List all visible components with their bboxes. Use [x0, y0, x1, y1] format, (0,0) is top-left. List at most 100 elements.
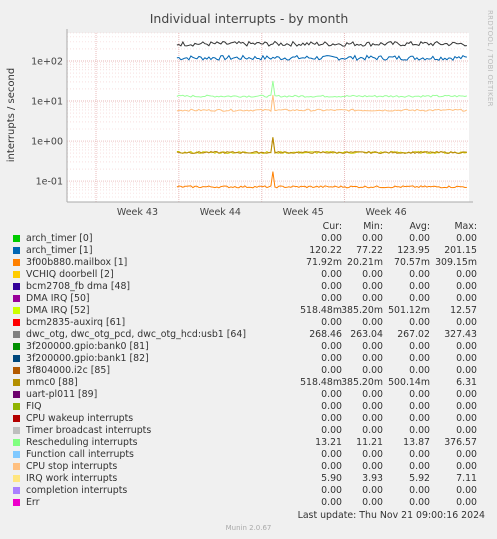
legend-row: DMA IRQ [52] 518.48m 385.20m 501.12m 12.57 [8, 305, 490, 317]
legend-max: 0.00 [456, 449, 477, 460]
legend-name: bcm2835-auxirq [61] [26, 317, 126, 328]
legend-name: 3f804000.i2c [85] [26, 365, 110, 376]
legend-min: 385.20m [341, 305, 383, 316]
legend-swatch [13, 355, 20, 362]
legend-name: Function call interrupts [26, 449, 134, 460]
legend-row: Rescheduling interrupts 13.21 11.21 13.87 37… [8, 437, 490, 449]
legend-avg: 5.92 [409, 473, 430, 484]
legend-name: 3f200000.gpio:bank0 [81] [26, 341, 149, 352]
legend-swatch [13, 283, 20, 290]
legend-avg: 0.00 [409, 353, 430, 364]
legend-row: bcm2835-auxirq [61] 0.00 0.00 0.00 0.00 [8, 317, 490, 329]
legend-row: Timer broadcast interrupts 0.00 0.00 0.00 0.… [8, 425, 490, 437]
legend-name: CPU wakeup interrupts [26, 413, 134, 424]
legend-name: arch_timer [1] [26, 245, 93, 256]
legend-min: 0.00 [362, 281, 383, 292]
legend-swatch [13, 319, 20, 326]
legend-row: completion interrupts 0.00 0.00 0.00 0.00 [8, 485, 490, 497]
legend-min: 0.00 [362, 293, 383, 304]
legend-avg: 0.00 [409, 317, 430, 328]
legend-row: Function call interrupts 0.00 0.00 0.00 0.00 [8, 449, 490, 461]
legend-swatch [13, 259, 20, 266]
legend-min: 3.93 [362, 473, 383, 484]
legend-min: 0.00 [362, 401, 383, 412]
y-tick-label: 1e-01 [36, 177, 63, 188]
legend-avg: 0.00 [409, 365, 430, 376]
legend-max: 0.00 [456, 461, 477, 472]
legend-max: 309.15m [435, 257, 477, 268]
legend-name: 3f200000.gpio:bank1 [82] [26, 353, 149, 364]
legend-min: 0.00 [362, 389, 383, 400]
legend-row: IRQ work interrupts 5.90 3.93 5.92 7.11 [8, 473, 490, 485]
legend-name: completion interrupts [26, 485, 128, 496]
legend-name: Timer broadcast interrupts [26, 425, 152, 436]
legend-name: arch_timer [0] [26, 233, 93, 244]
legend-row: arch_timer [1] 120.22 77.22 123.95 201.15 [8, 245, 490, 257]
legend-max: 0.00 [456, 365, 477, 376]
legend-min: 0.00 [362, 461, 383, 472]
legend-avg: 267.02 [397, 329, 430, 340]
legend-row: CPU wakeup interrupts 0.00 0.00 0.00 0.00 [8, 413, 490, 425]
chart-title: Individual interrupts - by month [150, 11, 349, 26]
legend-row: CPU stop interrupts 0.00 0.00 0.00 0.00 [8, 461, 490, 473]
legend-max: 0.00 [456, 233, 477, 244]
legend-min: 11.21 [356, 437, 383, 448]
legend-min: 0.00 [362, 269, 383, 280]
legend-swatch [13, 307, 20, 314]
legend-row: uart-pl011 [89] 0.00 0.00 0.00 0.00 [8, 389, 490, 401]
legend-avg: 0.00 [409, 401, 430, 412]
legend-max: 0.00 [456, 269, 477, 280]
legend-avg: 0.00 [409, 269, 430, 280]
legend-avg: 13.87 [403, 437, 430, 448]
header-avg: Avg: [409, 221, 430, 232]
legend-avg: 0.00 [409, 233, 430, 244]
chart: Individual interrupts - by month interru… [6, 11, 473, 218]
legend-name: 3f00b880.mailbox [1] [26, 257, 128, 268]
legend-avg: 0.00 [409, 485, 430, 496]
legend-min: 0.00 [362, 233, 383, 244]
legend-max: 7.11 [456, 473, 477, 484]
legend-name: mmc0 [88] [26, 377, 78, 388]
legend-max: 0.00 [456, 497, 477, 508]
legend-min: 0.00 [362, 317, 383, 328]
legend-avg: 0.00 [409, 281, 430, 292]
legend-name: dwc_otg, dwc_otg_pcd, dwc_otg_hcd:usb1 [… [26, 329, 246, 340]
legend-avg: 501.12m [388, 305, 430, 316]
legend-avg: 0.00 [409, 413, 430, 424]
legend-max: 0.00 [456, 341, 477, 352]
legend-max: 327.43 [444, 329, 477, 340]
legend-row: 3f00b880.mailbox [1] 71.92m 20.21m 70.57m 30… [8, 257, 490, 269]
legend-name: FIQ [26, 401, 42, 412]
legend-max: 0.00 [456, 425, 477, 436]
legend-min: 0.00 [362, 341, 383, 352]
legend-min: 20.21m [347, 257, 383, 268]
legend-name: DMA IRQ [50] [26, 293, 90, 304]
legend-row: Err 0.00 0.00 0.00 0.00 [8, 497, 490, 509]
legend-swatch [13, 499, 20, 506]
legend-min: 0.00 [362, 497, 383, 508]
legend-name: bcm2708_fb dma [48] [26, 281, 131, 292]
legend-name: DMA IRQ [52] [26, 305, 90, 316]
legend-swatch [13, 487, 20, 494]
legend-name: uart-pl011 [89] [26, 389, 98, 400]
x-tick-label: Week 44 [200, 207, 241, 218]
x-tick-label: Week 43 [117, 207, 158, 218]
legend-row: DMA IRQ [50] 0.00 0.00 0.00 0.00 [8, 293, 490, 305]
legend-avg: 0.00 [409, 389, 430, 400]
legend-swatch [13, 367, 20, 374]
legend-max: 0.00 [456, 353, 477, 364]
legend-avg: 70.57m [394, 257, 430, 268]
header-max: Max: [454, 221, 477, 232]
legend-max: 0.00 [456, 293, 477, 304]
legend-min: 263.04 [350, 329, 383, 340]
legend-max: 12.57 [450, 305, 477, 316]
legend-swatch [13, 379, 20, 386]
legend-max: 0.00 [456, 281, 477, 292]
legend-avg: 0.00 [409, 461, 430, 472]
legend-max: 0.00 [456, 401, 477, 412]
legend-swatch [13, 475, 20, 482]
legend-avg: 123.95 [397, 245, 430, 256]
last-update: Last update: Thu Nov 21 09:00:16 2024 [297, 510, 485, 521]
legend-max: 0.00 [456, 317, 477, 328]
legend-min: 0.00 [362, 449, 383, 460]
